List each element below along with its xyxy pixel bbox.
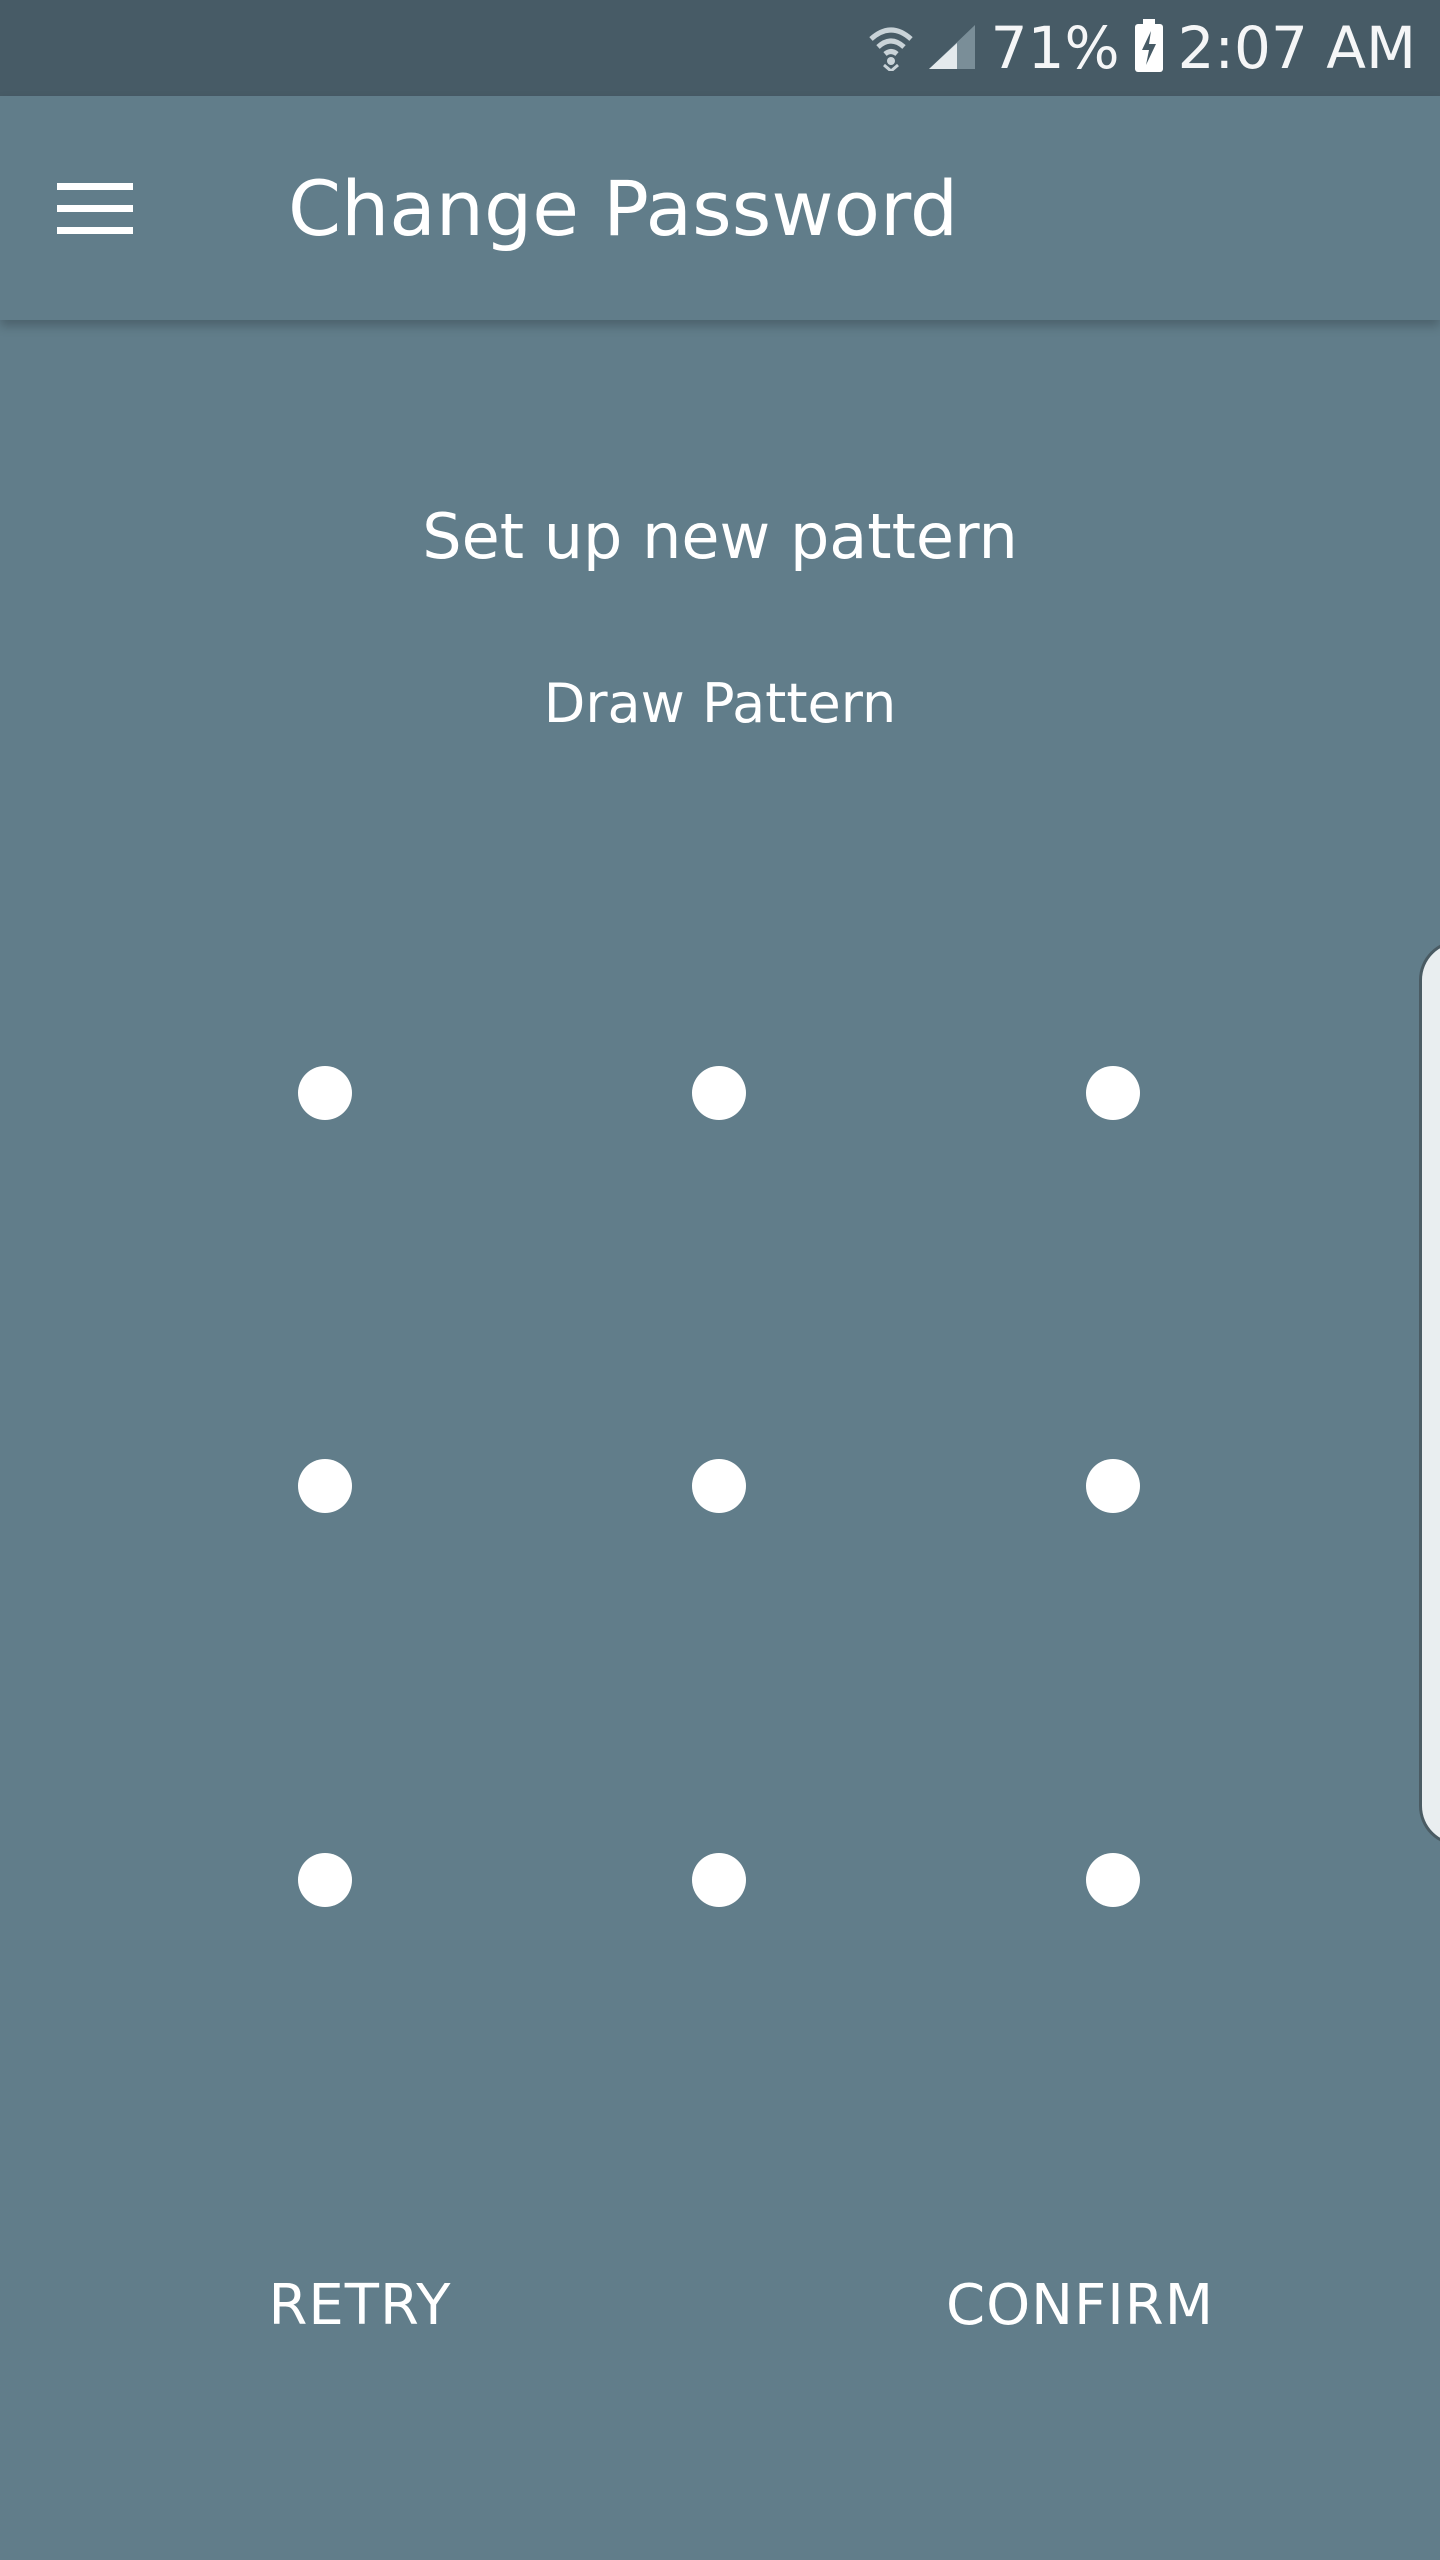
wifi-icon — [869, 21, 913, 75]
hamburger-menu-icon — [57, 181, 133, 241]
pattern-heading: Set up new pattern — [422, 500, 1018, 573]
status-bar: 71% 2:07 AM — [0, 0, 1440, 96]
pattern-dot-6[interactable] — [1086, 1459, 1140, 1513]
pattern-dot-2[interactable] — [692, 1066, 746, 1120]
status-icons: 71% 2:07 AM — [869, 0, 1416, 96]
menu-button[interactable] — [40, 156, 150, 266]
retry-button[interactable]: RETRY — [210, 2260, 510, 2350]
pattern-dot-5[interactable] — [692, 1459, 746, 1513]
pattern-dot-4[interactable] — [298, 1459, 352, 1513]
page-title: Change Password — [288, 163, 959, 253]
pattern-dot-9[interactable] — [1086, 1853, 1140, 1907]
edge-panel-handle[interactable] — [1419, 940, 1440, 1846]
pattern-dot-8[interactable] — [692, 1853, 746, 1907]
confirm-button[interactable]: CONFIRM — [920, 2260, 1240, 2350]
battery-charging-icon — [1134, 19, 1164, 77]
signal-icon — [927, 21, 977, 75]
pattern-dot-1[interactable] — [298, 1066, 352, 1120]
app-toolbar: Change Password — [0, 96, 1440, 320]
pattern-lock-grid[interactable] — [0, 0, 1440, 2560]
pattern-dot-3[interactable] — [1086, 1066, 1140, 1120]
pattern-instruction: Draw Pattern — [543, 672, 897, 735]
battery-percentage: 71% — [990, 14, 1120, 82]
pattern-dot-7[interactable] — [298, 1853, 352, 1907]
clock: 2:07 AM — [1177, 14, 1416, 82]
